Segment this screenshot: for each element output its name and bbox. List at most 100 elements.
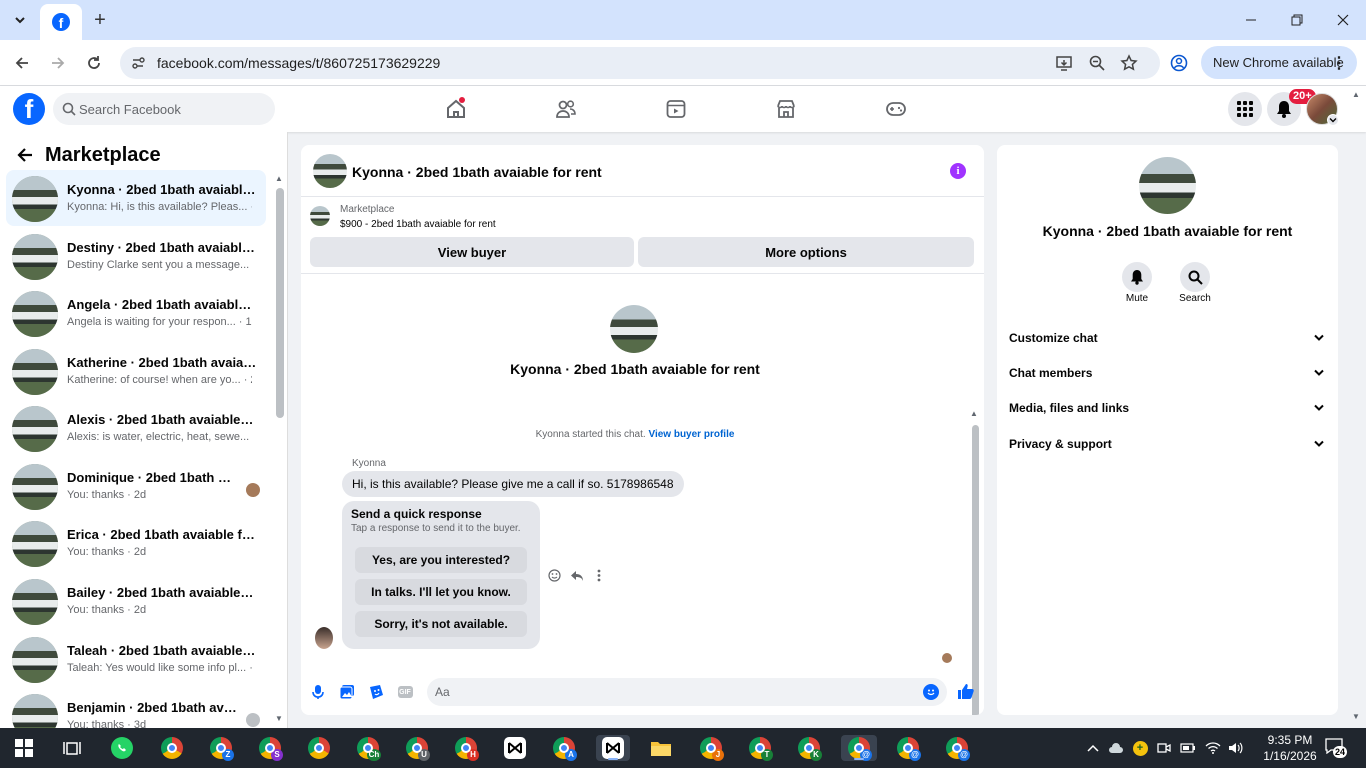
chrome-profile-at2-app[interactable]: @ (944, 735, 970, 761)
conversation-item[interactable]: Kyonna · 2bed 1bath avaiable fo... Kyonn… (6, 170, 266, 226)
chrome-profile-u-app[interactable]: U (404, 735, 430, 761)
whatsapp-app[interactable] (109, 735, 135, 761)
voice-clip-icon[interactable] (309, 683, 327, 701)
menu-button[interactable] (1228, 92, 1262, 126)
nav-marketplace[interactable] (771, 94, 801, 124)
account-chevron-down-icon[interactable] (1327, 114, 1339, 126)
chrome-menu-icon[interactable]: ⋮ (1331, 53, 1347, 73)
tab-search-dropdown[interactable] (8, 8, 32, 32)
customize-chat-section[interactable]: Customize chat (1009, 326, 1327, 350)
chrome-profile-h-app[interactable]: H (453, 735, 479, 761)
facebook-search-box[interactable] (53, 93, 275, 125)
conversation-item[interactable]: Benjamin · 2bed 1bath avaiab... You: tha… (6, 688, 266, 728)
conversation-item[interactable]: Alexis · 2bed 1bath avaiable for ... Ale… (6, 400, 266, 456)
file-explorer-app[interactable] (648, 735, 674, 761)
facebook-search-input[interactable] (79, 93, 269, 125)
message-input-box[interactable] (427, 678, 947, 706)
meet-now-tray-icon[interactable] (1156, 740, 1172, 756)
omnibox[interactable]: facebook.com/messages/t/860725173629229 (120, 47, 1160, 79)
new-tab-button[interactable]: + (88, 8, 112, 32)
forward-button[interactable] (46, 51, 70, 75)
chat-scroll-up-arrow[interactable]: ▲ (970, 409, 978, 418)
sticker-icon[interactable] (367, 683, 385, 701)
capcut-app[interactable] (502, 735, 528, 761)
wifi-tray-icon[interactable] (1205, 740, 1221, 756)
chrome-profile-app[interactable] (159, 735, 185, 761)
conversation-info-icon[interactable]: i (950, 163, 966, 179)
chat-title[interactable]: Kyonna · 2bed 1bath avaiable for rent (352, 164, 602, 180)
privacy-support-section[interactable]: Privacy & support (1009, 432, 1327, 456)
media-files-links-section[interactable]: Media, files and links (1009, 396, 1327, 420)
facebook-logo-icon[interactable]: f (13, 93, 45, 125)
sidebar-scrollbar[interactable] (276, 188, 284, 418)
chrome-profile-t-app[interactable]: T (747, 735, 773, 761)
gif-icon[interactable]: GIF (396, 683, 414, 701)
norton-tray-icon[interactable]: + (1132, 740, 1148, 756)
nav-video[interactable] (661, 94, 691, 124)
url-text[interactable]: facebook.com/messages/t/860725173629229 (157, 55, 440, 71)
nav-gaming[interactable] (881, 94, 911, 124)
listing-title[interactable]: $900 - 2bed 1bath avaiable for rent (340, 219, 496, 230)
chat-scrollbar[interactable] (972, 425, 979, 715)
scroll-up-arrow[interactable]: ▲ (275, 174, 283, 183)
new-chrome-available-button[interactable]: New Chrome available ⋮ (1201, 46, 1357, 79)
emoji-icon[interactable] (923, 684, 939, 700)
bookmark-star-icon[interactable] (1119, 53, 1139, 73)
zoom-icon[interactable] (1087, 53, 1107, 73)
page-scroll-up-arrow[interactable]: ▲ (1352, 90, 1360, 99)
reply-icon[interactable] (569, 567, 585, 583)
conversation-item[interactable]: Destiny · 2bed 1bath avaiable fo... Dest… (6, 228, 266, 284)
chat-avatar[interactable] (313, 154, 347, 188)
capcut-active-app[interactable] (596, 735, 630, 761)
chrome-profile-ch-app[interactable]: Ch (355, 735, 381, 761)
search-in-conversation-button[interactable] (1180, 262, 1210, 292)
restore-button[interactable] (1274, 0, 1320, 40)
quick-response-option[interactable]: In talks. I'll let you know. (355, 579, 527, 605)
chrome-profile-j-app[interactable]: J (698, 735, 724, 761)
volume-tray-icon[interactable] (1228, 740, 1244, 756)
notification-center-button[interactable]: 24 (1325, 738, 1349, 758)
chrome-app[interactable] (306, 735, 332, 761)
conversation-item[interactable]: Taleah · 2bed 1bath avaiable for... Tale… (6, 631, 266, 687)
nav-friends[interactable] (551, 94, 581, 124)
chrome-profile-k-app[interactable]: K (796, 735, 822, 761)
conversation-item[interactable]: Dominique · 2bed 1bath avai... You: than… (6, 458, 266, 514)
chat-members-section[interactable]: Chat members (1009, 361, 1327, 385)
message-input[interactable] (435, 678, 915, 706)
mute-button[interactable] (1122, 262, 1152, 292)
reload-button[interactable] (82, 51, 106, 75)
attach-photo-icon[interactable] (338, 683, 356, 701)
weather-tray-icon[interactable] (1108, 740, 1124, 756)
browser-tab-facebook[interactable]: f (40, 4, 82, 40)
chrome-profile-at-app[interactable]: @ (895, 735, 921, 761)
conversation-item[interactable]: Angela · 2bed 1bath avaiable fo... Angel… (6, 285, 266, 341)
back-button[interactable] (10, 51, 34, 75)
message-bubble[interactable]: Hi, is this available? Please give me a … (342, 471, 684, 497)
scroll-down-arrow[interactable]: ▼ (275, 714, 283, 723)
view-buyer-button[interactable]: View buyer (310, 237, 634, 267)
close-window-button[interactable] (1320, 0, 1366, 40)
chrome-profile-z-app[interactable]: Z (208, 735, 234, 761)
chrome-profile-a-app[interactable]: A (551, 735, 577, 761)
more-actions-icon[interactable] (591, 567, 607, 583)
react-emoji-icon[interactable] (546, 567, 562, 583)
nav-home[interactable] (441, 94, 471, 124)
conversation-item[interactable]: Erica · 2bed 1bath avaiable for r... You… (6, 515, 266, 571)
conversation-item[interactable]: Katherine · 2bed 1bath avaiable ... Kath… (6, 343, 266, 399)
profile-button[interactable] (1167, 51, 1191, 75)
start-button[interactable] (11, 735, 37, 761)
site-settings-icon[interactable] (128, 53, 148, 73)
chrome-active-app[interactable]: @ (841, 735, 877, 761)
page-scroll-down-arrow[interactable]: ▼ (1352, 712, 1360, 721)
quick-response-option[interactable]: Sorry, it's not available. (355, 611, 527, 637)
view-buyer-profile-link[interactable]: View buyer profile (648, 429, 734, 440)
sender-avatar[interactable] (315, 627, 333, 649)
system-clock[interactable]: 9:35 PM 1/16/2026 (1258, 732, 1322, 764)
battery-tray-icon[interactable] (1180, 740, 1196, 756)
conversation-item[interactable]: Bailey · 2bed 1bath avaiable for ... You… (6, 573, 266, 629)
show-hidden-icons-button[interactable] (1085, 740, 1101, 756)
quick-response-option[interactable]: Yes, are you interested? (355, 547, 527, 573)
back-button-marketplace[interactable] (14, 144, 36, 166)
details-avatar[interactable] (1139, 157, 1196, 214)
install-app-icon[interactable] (1054, 53, 1074, 73)
